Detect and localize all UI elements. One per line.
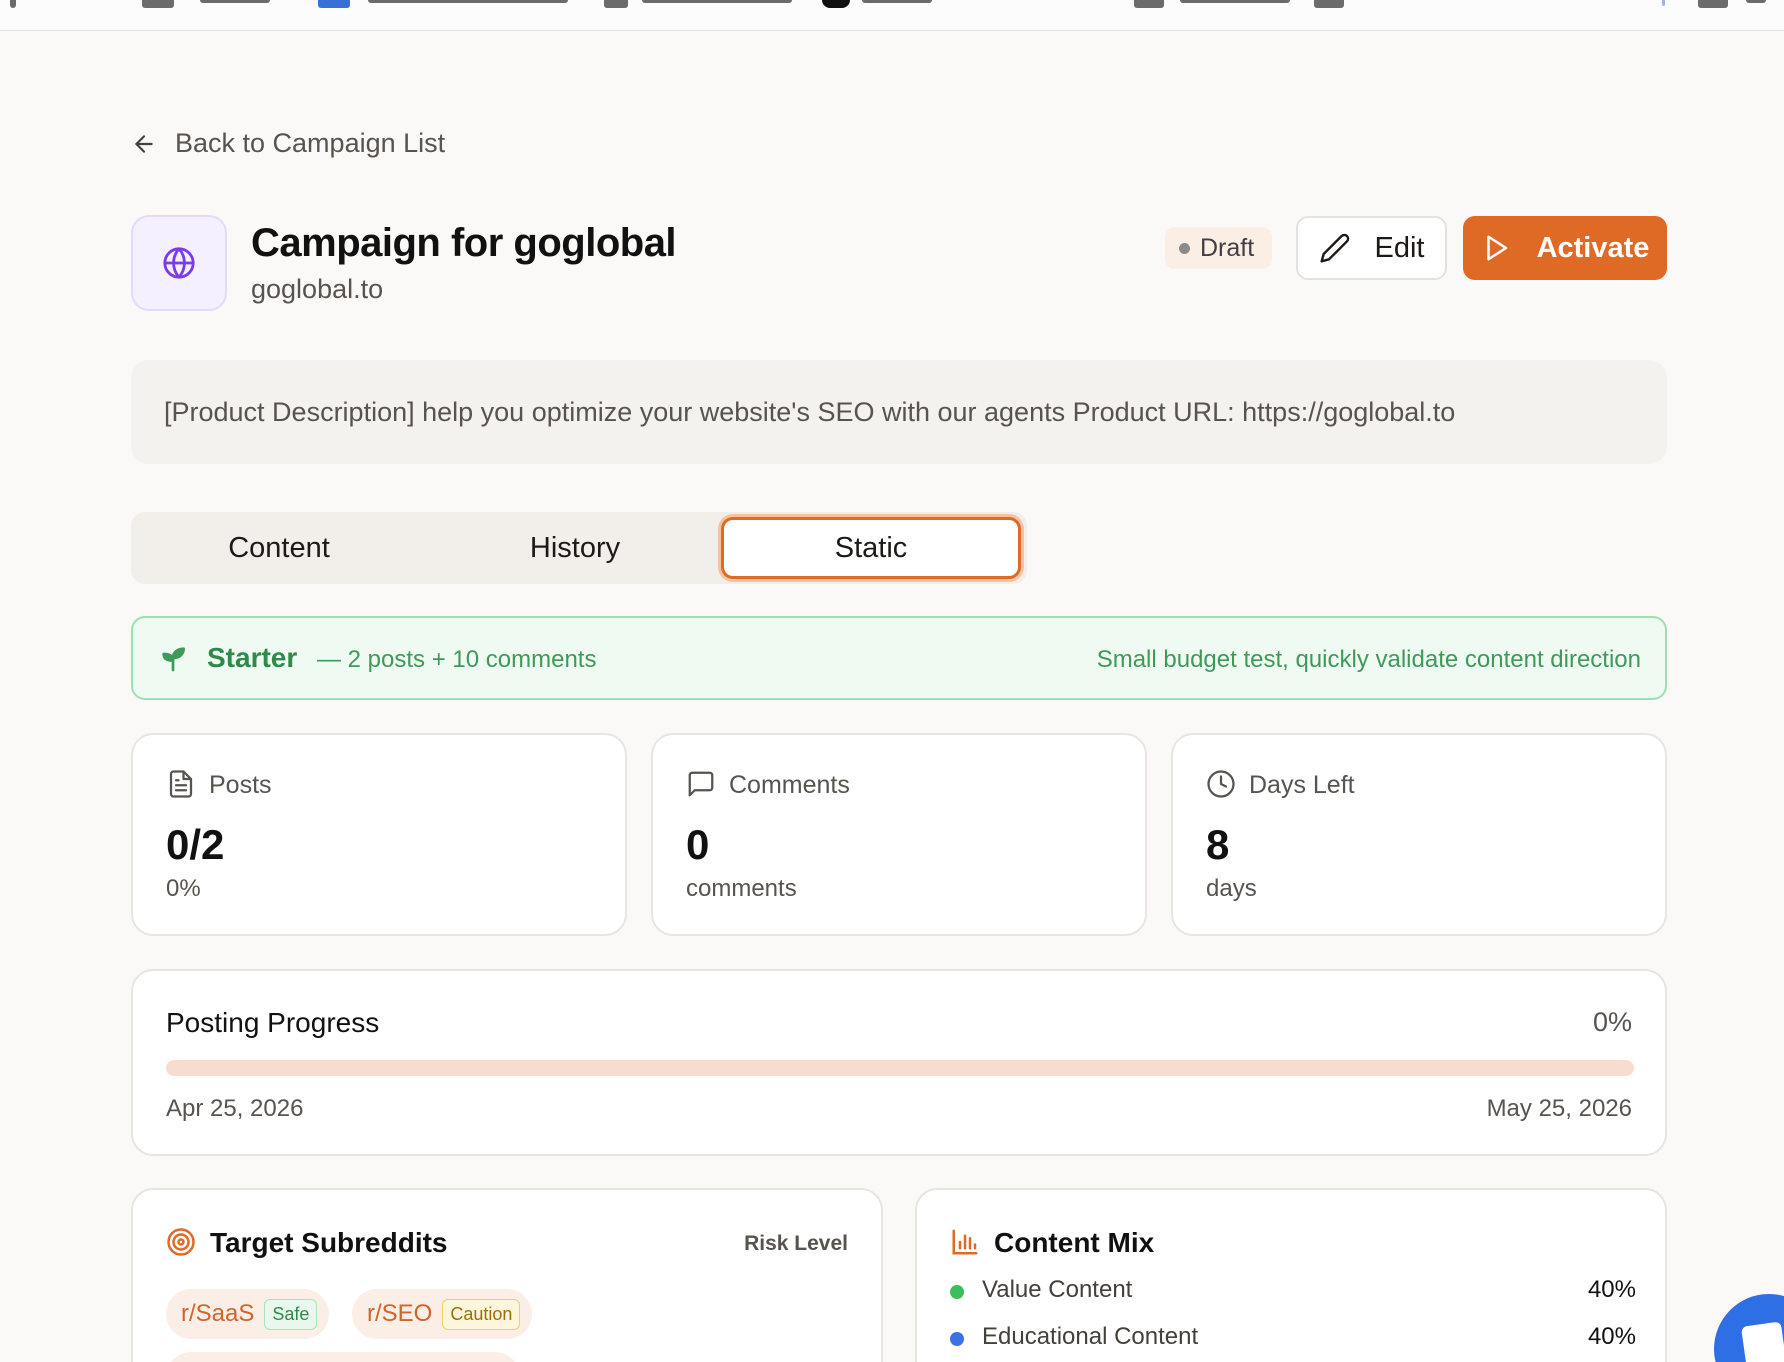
- bookmark-fragment[interactable]: [200, 0, 270, 3]
- comment-icon: [688, 771, 714, 797]
- bookmark-fragment[interactable]: [862, 0, 932, 3]
- status-badge: Draft: [1165, 227, 1273, 269]
- content-mix-label: Value Content: [982, 1276, 1133, 1303]
- edit-button-label: Edit: [1374, 231, 1425, 264]
- bar-chart-icon: [952, 1229, 978, 1255]
- target-subreddits-card: Target Subreddits Risk Level r/SaaS Safe…: [131, 1188, 883, 1362]
- content-mix-value: 40%: [1587, 1276, 1636, 1303]
- stat-card-days-left: Days Left 8 days: [1171, 733, 1667, 936]
- activate-button[interactable]: Activate: [1463, 216, 1667, 280]
- subreddit-name: r/SEO: [367, 1300, 433, 1327]
- browser-bookmarks-bar: [0, 0, 1784, 31]
- stat-card-comments: Comments 0 comments: [651, 733, 1147, 936]
- bookmark-fragment[interactable]: [604, 0, 628, 8]
- tab-static[interactable]: Static: [721, 517, 1021, 579]
- subreddits-title: Target Subreddits: [210, 1227, 448, 1258]
- subreddit-chip[interactable]: [166, 1352, 520, 1362]
- bookmark-fragment[interactable]: [1134, 0, 1164, 8]
- campaign-description: [Product Description] help you optimize …: [131, 360, 1667, 464]
- subreddit-name: r/SaaS: [181, 1300, 255, 1327]
- progress-end-date: May 25, 2026: [1486, 1095, 1632, 1122]
- subreddit-chip[interactable]: r/SEO Caution: [352, 1289, 533, 1339]
- document-icon: [169, 770, 193, 798]
- bookmarks-divider: [1662, 0, 1665, 6]
- activate-button-label: Activate: [1536, 231, 1650, 264]
- tab-content[interactable]: Content: [131, 512, 427, 584]
- stat-sub: 0%: [166, 875, 201, 902]
- bookmark-fragment[interactable]: [642, 0, 792, 3]
- back-to-campaign-list-link[interactable]: Back to Campaign List: [131, 128, 445, 159]
- sprout-icon: [162, 647, 185, 672]
- plan-note: Small budget test, quickly validate cont…: [1096, 646, 1641, 673]
- plan-banner: Starter — 2 posts + 10 comments Small bu…: [131, 616, 1667, 700]
- campaign-domain: goglobal.to: [251, 274, 384, 304]
- stat-sub: days: [1206, 875, 1257, 902]
- stat-card-posts: Posts 0/2 0%: [131, 733, 627, 936]
- progress-percent: 0%: [1592, 1007, 1632, 1037]
- pencil-icon: [1319, 233, 1349, 263]
- page-title: Campaign for goglobal: [251, 221, 677, 265]
- risk-level-header: Risk Level: [744, 1232, 848, 1255]
- content-mix-title: Content Mix: [994, 1227, 1155, 1258]
- plan-name: Starter: [207, 642, 298, 673]
- bookmark-fragment[interactable]: [10, 0, 16, 8]
- stat-label: Days Left: [1249, 771, 1355, 799]
- content-mix-label: Educational Content: [982, 1323, 1199, 1350]
- bookmark-fragment[interactable]: [822, 0, 850, 8]
- bookmark-fragment[interactable]: [318, 0, 350, 8]
- target-icon: [167, 1228, 195, 1256]
- status-dot-icon: [1179, 242, 1190, 254]
- back-link-label: Back to Campaign List: [175, 128, 446, 158]
- stat-label: Comments: [729, 771, 850, 799]
- chat-support-button[interactable]: [1714, 1294, 1784, 1362]
- subreddit-chip[interactable]: r/SaaS Safe: [166, 1289, 330, 1339]
- arrow-left-icon: [135, 134, 153, 153]
- bookmark-fragment[interactable]: [1180, 0, 1290, 3]
- content-mix-row: Educational Content 40%: [950, 1323, 1636, 1355]
- bookmark-fragment[interactable]: [368, 0, 568, 3]
- campaign-header: Campaign for goglobal goglobal.to Draft …: [131, 215, 1667, 311]
- stat-value: 0: [686, 821, 710, 868]
- content-mix-row: Value Content 40%: [950, 1276, 1636, 1308]
- stat-value: 0/2: [166, 821, 225, 868]
- campaign-avatar: [131, 215, 227, 311]
- progress-start-date: Apr 25, 2026: [166, 1095, 304, 1122]
- chat-icon: [1740, 1321, 1784, 1362]
- progress-bar: [166, 1060, 1634, 1076]
- bookmark-fragment[interactable]: [1746, 0, 1766, 3]
- plan-detail: — 2 posts + 10 comments: [317, 646, 597, 673]
- stat-sub: comments: [686, 875, 797, 902]
- play-icon: [1486, 235, 1507, 261]
- campaign-tabs: Content History Static: [131, 512, 1027, 584]
- stat-value: 8: [1206, 821, 1230, 868]
- stat-label: Posts: [209, 771, 272, 799]
- content-mix-card: Content Mix Value Content 40% Educationa…: [915, 1188, 1667, 1362]
- risk-badge: Caution: [442, 1298, 521, 1330]
- bookmark-fragment[interactable]: [142, 0, 174, 8]
- edit-button[interactable]: Edit: [1296, 216, 1447, 280]
- bookmark-fragment[interactable]: [1698, 0, 1728, 8]
- status-label: Draft: [1200, 233, 1255, 262]
- legend-dot-icon: [950, 1332, 964, 1346]
- bookmark-fragment[interactable]: [1314, 0, 1344, 8]
- tab-history[interactable]: History: [427, 512, 723, 584]
- risk-badge: Safe: [264, 1298, 318, 1330]
- posting-progress-card: Posting Progress 0% Apr 25, 2026 May 25,…: [131, 969, 1667, 1156]
- globe-icon: [163, 247, 195, 279]
- legend-dot-icon: [950, 1285, 964, 1299]
- clock-icon: [1207, 770, 1235, 798]
- progress-title: Posting Progress: [166, 1007, 380, 1038]
- content-mix-value: 40%: [1587, 1323, 1636, 1350]
